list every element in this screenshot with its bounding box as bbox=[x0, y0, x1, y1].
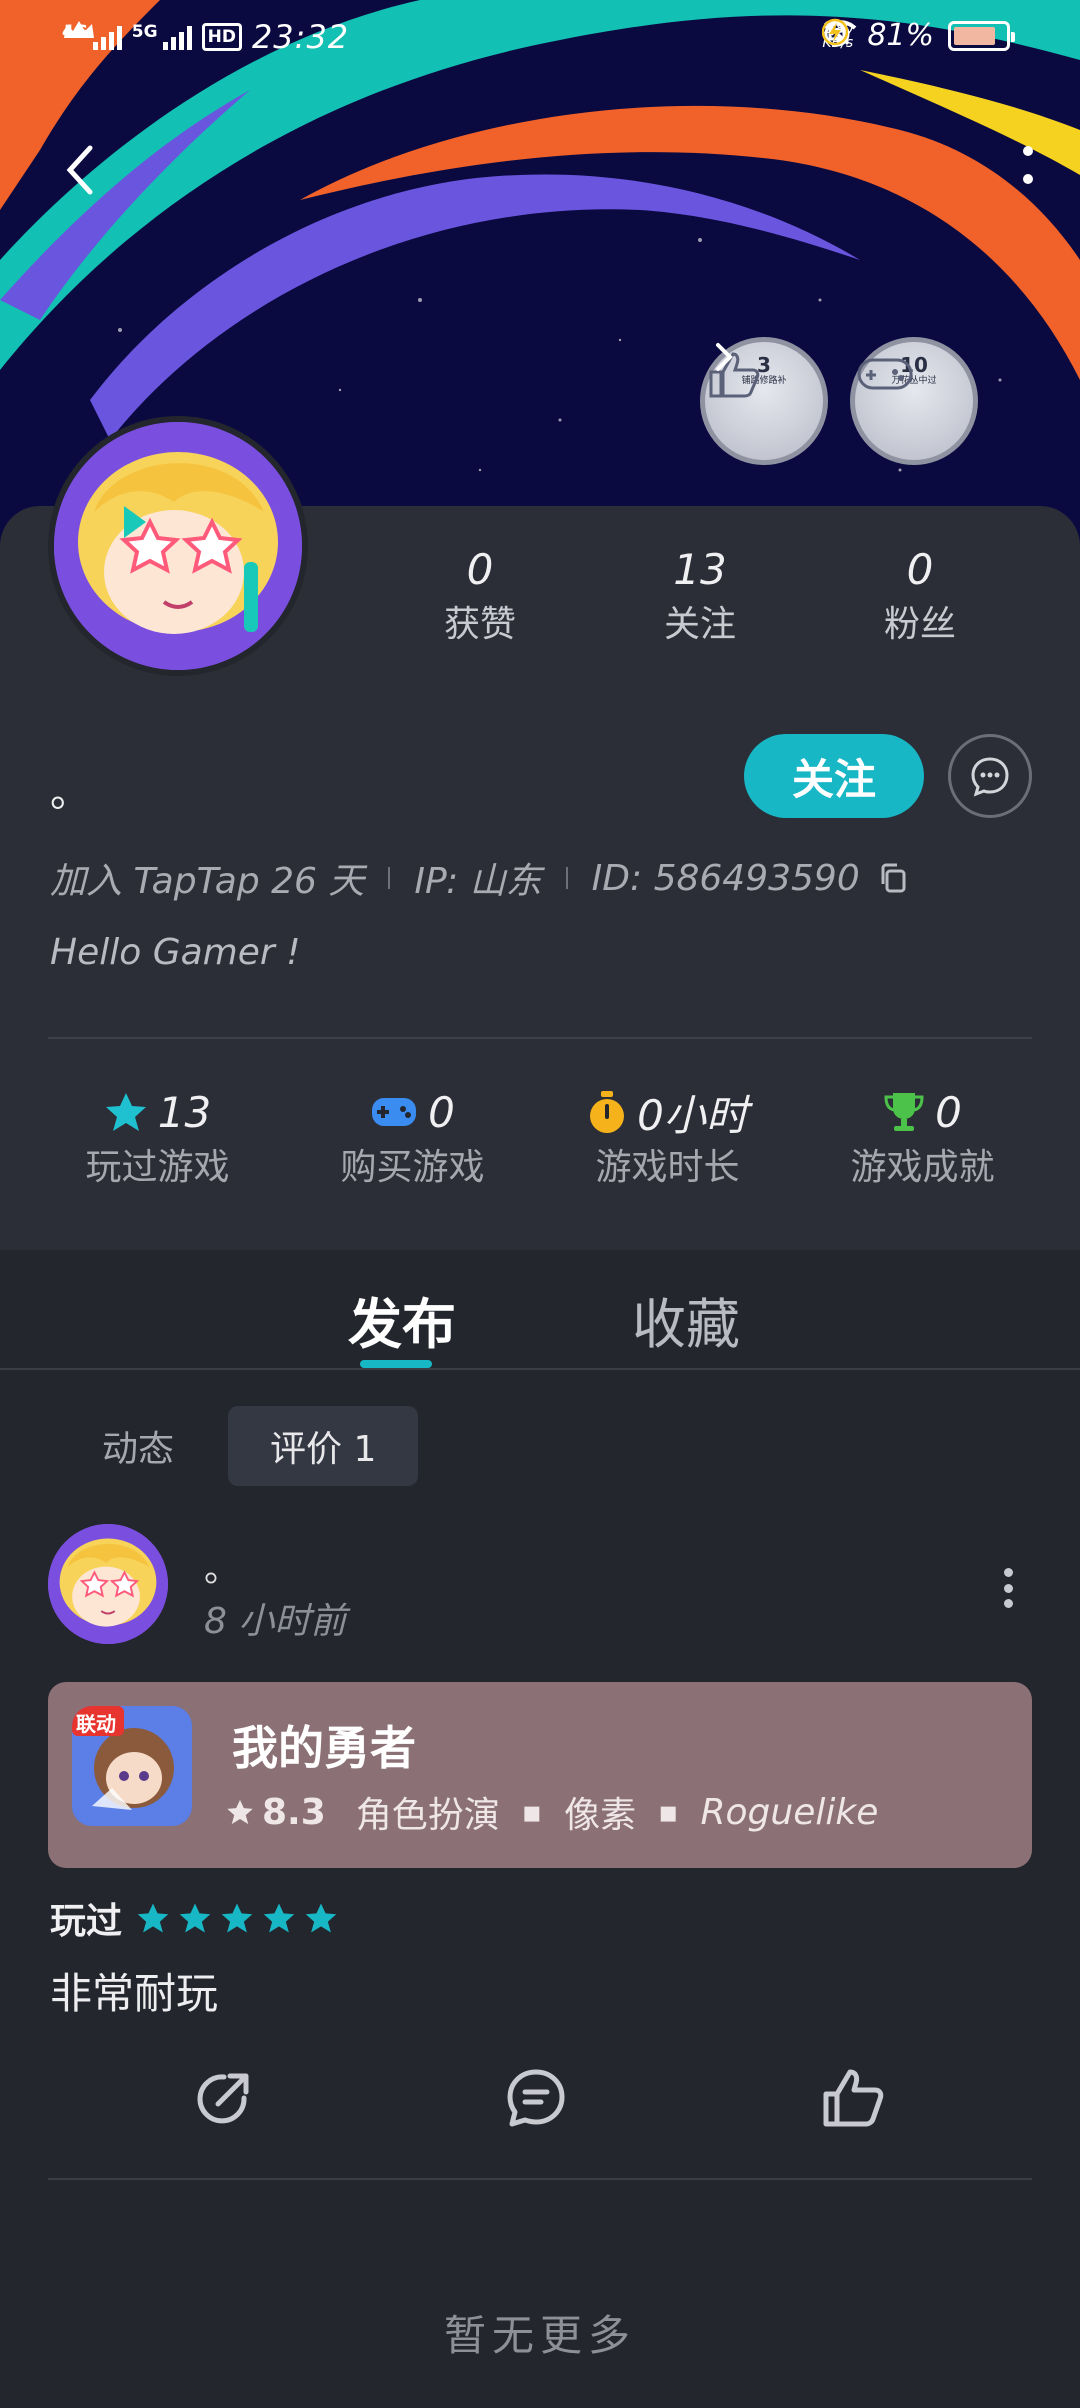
tab-publish[interactable]: 发布 bbox=[348, 1280, 456, 1359]
rating-star-icon bbox=[137, 1903, 169, 1933]
user-id: ID: 586493590 bbox=[591, 857, 860, 899]
chat-bubble-icon bbox=[971, 757, 1009, 797]
thumbs-up-icon bbox=[823, 2069, 884, 2127]
dot bbox=[1003, 1599, 1013, 1608]
battery-percent: 81% bbox=[867, 18, 934, 53]
dot bbox=[1003, 1568, 1013, 1577]
stat-following[interactable]: 13 关注 bbox=[610, 540, 790, 650]
dot bbox=[1023, 174, 1033, 184]
star-icon bbox=[227, 1799, 253, 1825]
message-button[interactable] bbox=[948, 734, 1032, 818]
badge-gamepad[interactable]: 10 万花丛中过 bbox=[850, 337, 978, 465]
game-stats: 13 玩过游戏 0 购买游戏 0小时 游戏时长 0 游戏成就 bbox=[30, 1082, 1050, 1194]
share-icon bbox=[197, 2073, 249, 2124]
subtab-moments[interactable]: 动态 bbox=[60, 1406, 228, 1486]
divider bbox=[388, 867, 391, 889]
rating-star-icon bbox=[263, 1903, 295, 1933]
gamepad-icon bbox=[857, 358, 913, 390]
tab-active-indicator bbox=[360, 1360, 432, 1368]
subtab-reviews[interactable]: 评价 1 bbox=[228, 1406, 419, 1486]
played-rating: 玩过 bbox=[50, 1892, 338, 1944]
crown-icon bbox=[64, 21, 94, 38]
content-tabs: 发布 收藏 bbox=[0, 1250, 1080, 1370]
separator: ▪ bbox=[521, 1794, 543, 1830]
hd-icon: HD bbox=[201, 23, 242, 51]
game-name: 我的勇者 bbox=[232, 1721, 416, 1775]
played-label: 玩过 bbox=[50, 1901, 123, 1942]
rating-star-icon bbox=[179, 1903, 211, 1933]
profile-stats: 0 获赞 13 关注 0 粉丝 bbox=[370, 540, 1030, 650]
stopwatch-icon bbox=[590, 1091, 625, 1133]
stat-played-games[interactable]: 13 玩过游戏 bbox=[38, 1082, 278, 1194]
more-options-button[interactable] bbox=[1018, 140, 1038, 190]
follow-button[interactable]: 关注 bbox=[744, 734, 924, 818]
dot bbox=[1023, 146, 1033, 156]
game-tag: Roguelike bbox=[700, 1791, 879, 1833]
copy-icon[interactable] bbox=[878, 862, 908, 894]
back-button[interactable] bbox=[58, 140, 108, 200]
avatar[interactable] bbox=[48, 416, 308, 676]
rating-star-icon bbox=[221, 1903, 253, 1933]
stat-play-time[interactable]: 0小时 游戏时长 bbox=[548, 1082, 788, 1194]
game-score: 8.3 bbox=[262, 1791, 326, 1833]
battery-icon bbox=[948, 20, 1015, 51]
game-meta: 8.3 角色扮演 ▪ 像素 ▪ Roguelike bbox=[226, 1786, 878, 1838]
game-badge: 联动 bbox=[76, 1712, 116, 1736]
game-card[interactable]: 联动 我的勇者 8.3 角色扮演 ▪ 像素 ▪ Roguelike bbox=[48, 1682, 1032, 1868]
signal-5g-icon: 5G bbox=[132, 24, 192, 50]
comment-button[interactable] bbox=[501, 2064, 571, 2134]
sub-tabs: 动态 评价 1 bbox=[60, 1406, 419, 1486]
avatar-image bbox=[48, 1524, 168, 1644]
stat-purchased-games[interactable]: 0 购买游戏 bbox=[293, 1082, 533, 1194]
divider bbox=[48, 1037, 1032, 1039]
username: 。 bbox=[50, 770, 90, 816]
rating-stars bbox=[136, 1902, 338, 1934]
comment-icon bbox=[507, 2069, 565, 2127]
gamepad-icon bbox=[372, 1098, 417, 1126]
ip-location: IP: 山东 bbox=[414, 861, 542, 902]
separator: ▪ bbox=[658, 1794, 679, 1830]
review-text: 非常耐玩 bbox=[50, 1969, 219, 2018]
joined-days: 加入 TapTap 26 天 bbox=[50, 861, 365, 902]
game-tag: 角色扮演 bbox=[355, 1795, 500, 1836]
avatar-image bbox=[54, 422, 302, 670]
post-time: 8 小时前 bbox=[204, 1601, 347, 1642]
divider bbox=[48, 2178, 1032, 2180]
divider bbox=[0, 1368, 1080, 1370]
post-actions bbox=[0, 2064, 1080, 2144]
game-icon: 联动 bbox=[72, 1706, 192, 1826]
tab-collect[interactable]: 收藏 bbox=[632, 1280, 740, 1359]
stat-achievements[interactable]: 0 游戏成就 bbox=[803, 1082, 1043, 1194]
post-author-avatar[interactable] bbox=[48, 1524, 168, 1644]
bio: Hello Gamer ! bbox=[50, 932, 301, 973]
status-time: 23:32 bbox=[251, 18, 350, 56]
end-of-list: 暂无更多 bbox=[443, 2311, 636, 2360]
stat-followers[interactable]: 0 粉丝 bbox=[830, 540, 1010, 650]
post-more-button[interactable] bbox=[1000, 1568, 1016, 1608]
status-bar: 4G 5G HD 23:32 1.80KB/s 81% bbox=[0, 0, 1080, 80]
rating-star-icon bbox=[305, 1903, 337, 1933]
star-icon bbox=[105, 1093, 146, 1131]
charging-icon bbox=[822, 18, 849, 46]
game-tag: 像素 bbox=[564, 1795, 637, 1836]
trophy-icon bbox=[884, 1093, 924, 1131]
chevron-right-icon[interactable] bbox=[708, 337, 738, 377]
divider bbox=[565, 867, 568, 889]
chevron-left-icon bbox=[66, 145, 93, 195]
like-button[interactable] bbox=[818, 2064, 888, 2134]
dot bbox=[1003, 1583, 1013, 1593]
stat-likes[interactable]: 0 获赞 bbox=[390, 540, 570, 650]
share-button[interactable] bbox=[188, 2064, 258, 2134]
profile-info: 加入 TapTap 26 天 IP: 山东 ID: 586493590 bbox=[50, 852, 908, 904]
achievement-badges[interactable]: 3 铺路修路补 10 万花丛中过 bbox=[700, 337, 978, 465]
post-author-name[interactable]: 。 bbox=[204, 1540, 240, 1592]
